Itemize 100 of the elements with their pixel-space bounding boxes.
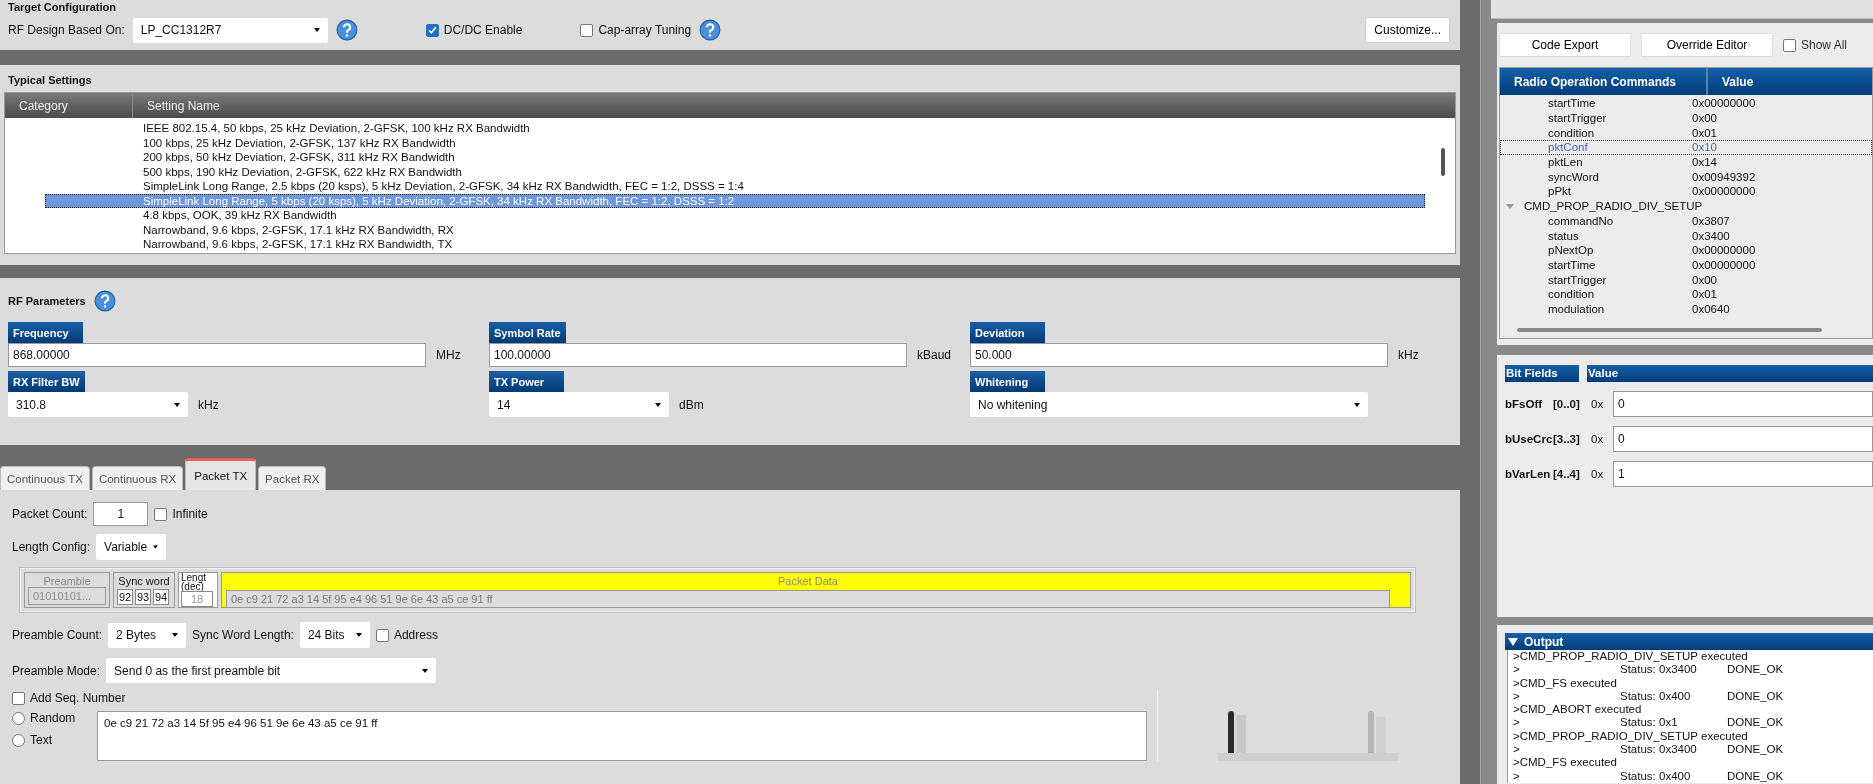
scrollbar-thumb[interactable] [1517, 328, 1822, 332]
column-header[interactable]: Radio Operation Commands [1500, 68, 1708, 95]
tree-row[interactable]: startTrigger 0x00 [1500, 110, 1872, 126]
setting-row[interactable]: Narrowband, 9.6 kbps, 2-GFSK, 17.1 kHz RX Bandwidth, RX [45, 222, 1425, 237]
checkbox[interactable] [375, 628, 389, 642]
field-label: Preamble Mode: [12, 663, 101, 678]
tab[interactable]: Packet TX [185, 458, 257, 490]
field-label: Packet Count: [12, 507, 88, 521]
collapse-icon[interactable] [1508, 637, 1518, 646]
setting-row[interactable]: SimpleLink Long Range, 2.5 kbps (20 ksps), 5 kHz Deviation, 2-GFSK, 34 kHz RX Bandwidth, FEC = 1:2, DSSS = 1:4 [45, 179, 1425, 194]
input-field[interactable]: 1 [1613, 461, 1873, 487]
hex-prefix: 0x [1591, 433, 1605, 445]
tree-row[interactable]: modulation 0x0640 [1500, 301, 1872, 317]
help-icon[interactable] [93, 290, 116, 312]
log-line: >CMD_ABORT executed [1513, 703, 1642, 717]
tree-row[interactable]: startTime 0x00000000 [1500, 257, 1872, 273]
checkbox-label: Infinite [172, 507, 208, 521]
checkbox[interactable] [12, 691, 25, 705]
parameter-label: Deviation [970, 322, 1045, 343]
help-icon[interactable] [335, 19, 358, 41]
log-status: Status: 0x3400 [1620, 743, 1698, 757]
design-dropdown[interactable]: LP_CC1312R7 [132, 17, 328, 43]
tree-row[interactable]: startTime 0x00000000 [1500, 96, 1872, 111]
tree-row[interactable]: startTrigger 0x00 [1500, 272, 1872, 287]
dropdown[interactable]: 24 Bits [299, 622, 370, 648]
dropdown[interactable]: No whitening [970, 392, 1368, 417]
tree-row[interactable]: pktConf 0x10 [1500, 140, 1872, 155]
tree-row[interactable]: pNextOp 0x00000000 [1500, 242, 1872, 258]
scrollbar-thumb[interactable] [1441, 148, 1445, 176]
parameter-label: TX Power [489, 371, 564, 392]
tree-row[interactable]: status 0x3400 [1500, 228, 1872, 243]
input-field[interactable]: 868.00000 [8, 343, 426, 367]
input-field[interactable]: 0 [1613, 391, 1873, 417]
tree-row[interactable]: condition 0x01 [1500, 286, 1872, 302]
tree-row[interactable]: condition 0x01 [1500, 125, 1872, 141]
segment-label: Preamble [42, 575, 92, 587]
setting-row[interactable]: 100 kbps, 25 kHz Deviation, 2-GFSK, 137 kHz RX Bandwidth [45, 135, 1425, 150]
log-result: DONE_OK [1727, 689, 1784, 704]
parameter-label: Whitening [970, 371, 1045, 392]
bit-range: [0..0] [1553, 398, 1581, 410]
sync-byte-field[interactable]: 92 [117, 589, 133, 605]
column-header[interactable]: Setting Name [133, 93, 1455, 118]
log-status: Status: 0x3400 [1620, 663, 1698, 677]
input-field[interactable]: 50.000 [970, 343, 1388, 367]
setting-row[interactable]: 4.8 kbps, OOK, 39 kHz RX Bandwidth [45, 208, 1425, 223]
setting-row[interactable]: 500 kbps, 190 kHz Deviation, 2-GFSK, 622 kHz RX Bandwidth [45, 164, 1425, 179]
expand-icon[interactable] [1506, 202, 1514, 211]
length-field: 18 [181, 591, 213, 607]
field-label: Preamble Count: [12, 628, 103, 642]
column-header[interactable]: Value [1708, 68, 1754, 95]
checkbox[interactable] [154, 507, 168, 521]
setting-row[interactable]: 200 kbps, 50 kHz Deviation, 2-GFSK, 311 kHz RX Bandwidth [45, 150, 1425, 165]
tree-row[interactable]: syncWord 0x00949392 [1500, 169, 1872, 185]
radio-button[interactable] [12, 711, 25, 725]
input-field[interactable]: 1 [93, 502, 149, 526]
checkbox[interactable] [1783, 38, 1796, 52]
setting-row[interactable]: Narrowband, 9.6 kbps, 2-GFSK, 17.1 kHz RX Bandwidth, TX [45, 237, 1425, 252]
tab[interactable]: Continuous TX [0, 466, 90, 490]
input-field[interactable]: 100.00000 [489, 343, 907, 367]
toolbar-button[interactable]: Code Export [1499, 33, 1631, 57]
dropdown[interactable]: 2 Bytes [108, 622, 187, 648]
dropdown[interactable]: Variable [96, 534, 167, 560]
tree-row[interactable]: pktLen 0x14 [1500, 154, 1872, 170]
sync-byte-field[interactable]: 93 [135, 589, 151, 605]
log-status: Status: 0x1 [1620, 716, 1679, 730]
dropdown[interactable]: 310.8 [8, 392, 188, 417]
customize-button[interactable]: Customize... [1365, 17, 1450, 43]
checkbox-label: Cap-array Tuning [598, 23, 692, 37]
log-prompt: > [1513, 743, 1521, 757]
checkbox[interactable] [580, 23, 594, 37]
output-header[interactable]: Output [1505, 633, 1873, 650]
tree-row[interactable]: CMD_PROP_RADIO_DIV_SETUP [1500, 198, 1872, 214]
log-line: >CMD_FS executed [1513, 756, 1617, 770]
radio-button[interactable] [12, 733, 25, 747]
parameter-label: Frequency [8, 322, 83, 343]
input-field[interactable]: 0 [1613, 426, 1873, 452]
help-icon[interactable] [699, 19, 722, 41]
caret-icon [172, 633, 179, 637]
payload-text-area[interactable]: 0e c9 21 72 a3 14 5f 95 e4 96 51 9e 6e 43 a5 ce 91 ff [97, 711, 1147, 761]
setting-row[interactable]: IEEE 802.15.4, 50 kbps, 25 kHz Deviation, 2-GFSK, 100 kHz RX Bandwidth [45, 121, 1425, 136]
field-label: Length Config: [12, 540, 91, 554]
tab[interactable]: Continuous RX [91, 466, 184, 490]
dropdown[interactable]: Send 0 as the first preamble bit [106, 658, 437, 683]
caret-icon [174, 402, 180, 407]
field-label: Sync Word Length: [192, 628, 294, 642]
tree-row[interactable]: commandNo 0x3807 [1500, 213, 1872, 229]
log-result: DONE_OK [1727, 769, 1784, 783]
tab[interactable]: Packet RX [258, 466, 327, 490]
panel-title: RF Parameters [8, 295, 86, 307]
hex-prefix: 0x [1591, 398, 1605, 410]
toolbar-button[interactable]: Override Editor [1641, 33, 1773, 57]
tree-row[interactable]: pPkt 0x00000000 [1500, 184, 1872, 199]
checkbox[interactable] [425, 23, 439, 37]
column-header[interactable]: Category [5, 93, 133, 118]
dropdown[interactable]: 14 [489, 392, 669, 417]
sync-byte-field[interactable]: 94 [153, 589, 169, 605]
unit-label: MHz [436, 348, 461, 362]
caret-icon [153, 545, 159, 549]
log-prompt: > [1513, 769, 1521, 783]
caret-icon [422, 668, 429, 673]
